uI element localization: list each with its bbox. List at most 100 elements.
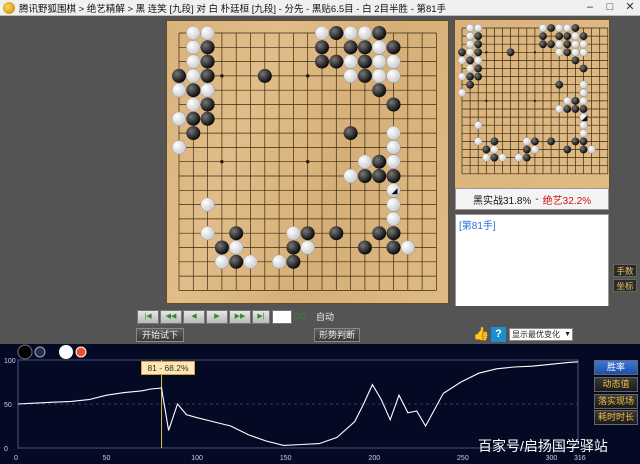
black-stone xyxy=(186,83,201,98)
watermark: 百家号/启扬国学驿站 xyxy=(478,438,608,454)
help-icon[interactable]: ? xyxy=(491,327,506,342)
win-rate-graph[interactable]: 100 50 0 0 50 100 150 200 250 300 316 81 - 68.2% 胜… xyxy=(0,344,640,464)
mini-board[interactable] xyxy=(455,20,609,188)
black-stone xyxy=(372,226,387,241)
white-stone xyxy=(186,54,201,69)
white-stone xyxy=(171,82,187,98)
white-stone xyxy=(200,82,215,98)
white-stone xyxy=(579,40,588,49)
forward-one-button[interactable]: ▶ xyxy=(206,310,228,324)
last-move-button[interactable]: ▶| xyxy=(252,310,270,324)
window-title: 腾讯野狐围棋 > 绝艺精解 > 黑 连笑 [九段] 对 白 朴廷桓 [九段] -… xyxy=(19,3,447,15)
black-stone xyxy=(555,80,564,89)
x-tick-label: 200 xyxy=(368,455,380,462)
y-tick-label: 50 xyxy=(4,402,12,409)
move-number-input[interactable] xyxy=(272,310,292,324)
white-stone xyxy=(587,145,596,154)
actual-status-button[interactable]: 落实现场 xyxy=(594,394,638,409)
mini-board-grid[interactable] xyxy=(455,20,609,188)
white-stone xyxy=(555,104,564,114)
close-button[interactable]: ✕ xyxy=(620,0,640,16)
black-stone xyxy=(386,169,401,183)
black-stone xyxy=(315,40,329,55)
white-stone xyxy=(186,97,201,112)
black-stone xyxy=(466,80,474,89)
first-move-button[interactable]: |◀ xyxy=(137,310,159,324)
maximize-button[interactable]: □ xyxy=(600,0,620,16)
white-stone xyxy=(286,225,301,241)
win-rate-button[interactable]: 胜率 xyxy=(594,360,638,375)
win-rate-bar: 黑实战31.8% - 绝艺32.2% xyxy=(455,188,609,210)
white-stone xyxy=(171,111,187,127)
variation-select[interactable]: 显示最优变化 ▼ xyxy=(509,328,573,341)
black-stone xyxy=(357,54,372,69)
black-stone xyxy=(343,126,358,141)
black-stone xyxy=(563,40,572,49)
white-stone xyxy=(555,40,564,49)
white-stone xyxy=(200,225,215,241)
black-stone xyxy=(357,240,372,255)
white-stone xyxy=(482,153,491,162)
black-stone xyxy=(286,240,301,255)
star-point xyxy=(305,74,310,78)
y-tick-label: 0 xyxy=(4,446,8,453)
auto-play-button[interactable]: 自动 xyxy=(316,310,334,324)
white-stone xyxy=(579,121,588,130)
white-stone xyxy=(571,48,580,57)
black-stone xyxy=(466,56,474,65)
black-stone xyxy=(474,32,483,40)
black-stone xyxy=(506,48,515,57)
side-panel: 黑实战31.8% - 绝艺32.2% [第81手] xyxy=(455,20,609,314)
minimize-button[interactable]: – xyxy=(580,0,600,16)
black-stone xyxy=(200,54,215,69)
black-stone xyxy=(214,240,229,255)
star-point xyxy=(220,159,224,164)
white-stone xyxy=(474,56,483,65)
go-board-grid[interactable] xyxy=(167,21,448,303)
dynamic-value-button[interactable]: 动态值 xyxy=(594,377,638,392)
comment-box[interactable]: [第81手] xyxy=(455,214,609,314)
white-stone xyxy=(579,129,588,138)
white-stone xyxy=(186,25,201,41)
start-trial-button[interactable]: 开始试下 xyxy=(136,328,184,342)
black-stone xyxy=(547,40,555,49)
white-stone xyxy=(522,137,531,146)
black-stone xyxy=(547,137,555,146)
judge-button[interactable]: 形势判断 xyxy=(314,328,360,342)
back-ten-button[interactable]: ◀◀ xyxy=(160,310,182,324)
white-stone xyxy=(343,25,358,41)
black-stone xyxy=(474,48,483,57)
go-board[interactable] xyxy=(167,21,448,303)
back-one-button[interactable]: ◀ xyxy=(183,310,205,324)
tab-coordinates[interactable]: 坐标 xyxy=(613,279,637,292)
black-stone xyxy=(300,226,315,241)
white-stone xyxy=(555,23,564,33)
star-point xyxy=(485,51,488,54)
last-move-stone xyxy=(386,183,401,198)
score-separator: - xyxy=(535,193,539,205)
black-stone xyxy=(563,48,572,57)
white-stone xyxy=(386,197,401,212)
tab-move-number[interactable]: 手数 xyxy=(613,264,637,277)
black-stone xyxy=(200,40,215,55)
go-button[interactable]: GO xyxy=(294,310,310,324)
black-stone xyxy=(200,111,215,126)
white-stone xyxy=(466,64,475,73)
thumbs-up-icon[interactable]: 👍 xyxy=(473,326,489,342)
black-stone xyxy=(386,240,401,255)
black-stone xyxy=(490,153,499,162)
black-stone xyxy=(286,254,301,269)
forward-ten-button[interactable]: ▶▶ xyxy=(229,310,251,324)
black-stone xyxy=(474,64,483,73)
white-stone xyxy=(457,56,467,65)
title-bar: 腾讯野狐围棋 > 绝艺精解 > 黑 连笑 [九段] 对 白 朴廷桓 [九段] -… xyxy=(0,0,640,16)
white-stone xyxy=(371,54,387,69)
black-stone xyxy=(329,226,344,241)
white-stone xyxy=(466,23,475,33)
x-tick-label: 150 xyxy=(280,455,292,462)
white-indicator-icon xyxy=(75,346,87,358)
black-stone xyxy=(571,137,580,146)
white-stone xyxy=(514,153,523,162)
time-used-button[interactable]: 耗时时长 xyxy=(594,410,638,425)
black-stone xyxy=(555,32,564,40)
